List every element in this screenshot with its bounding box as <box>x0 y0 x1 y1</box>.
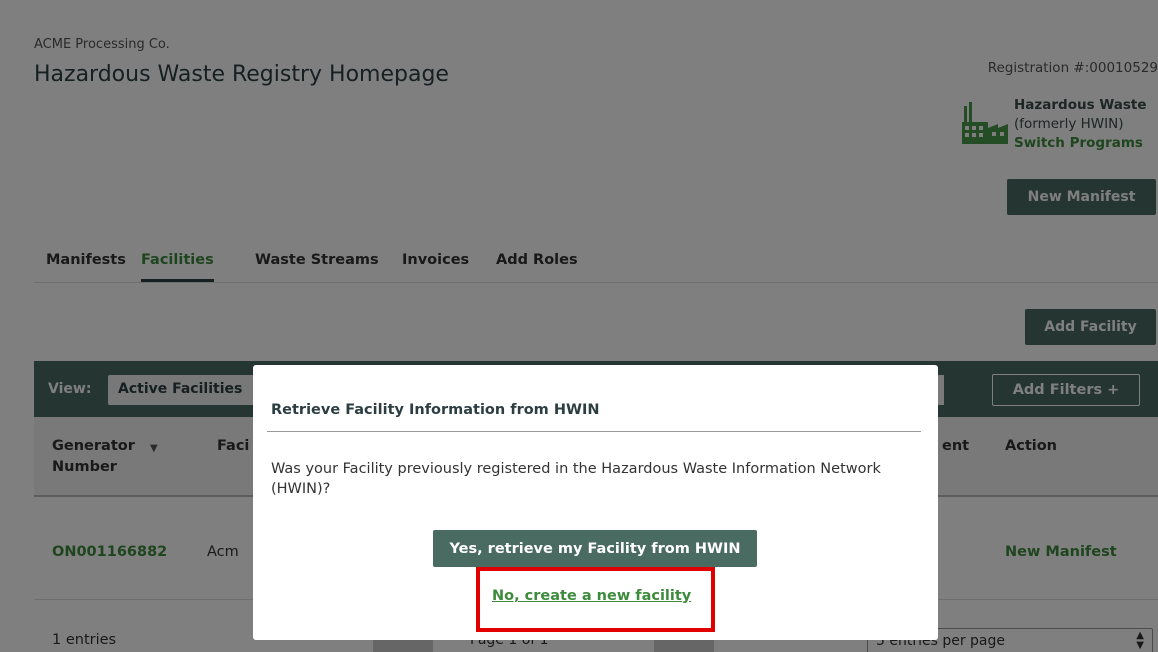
highlight-annotation <box>476 567 715 632</box>
retrieve-from-hwin-button[interactable]: Yes, retrieve my Facility from HWIN <box>433 530 757 567</box>
dialog-title: Retrieve Facility Information from HWIN <box>271 402 600 418</box>
dialog-question: Was your Facility previously registered … <box>271 461 881 497</box>
dialog-divider <box>267 431 921 432</box>
